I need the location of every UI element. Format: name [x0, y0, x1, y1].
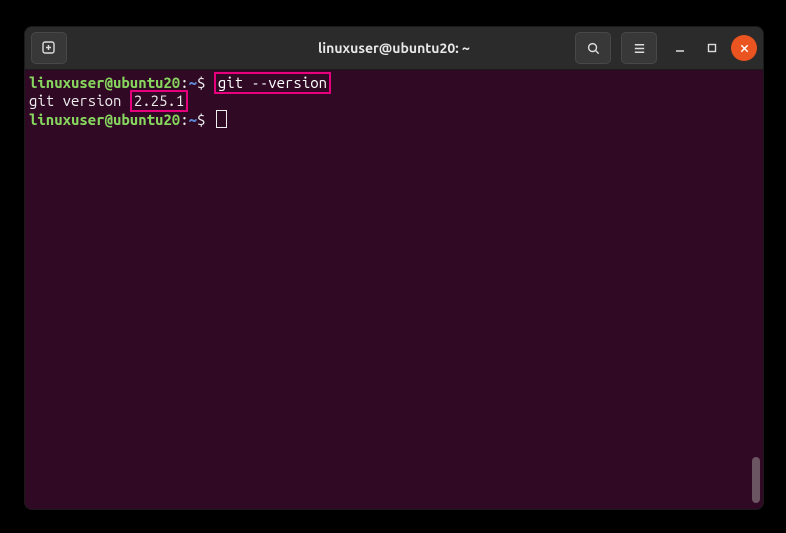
close-icon — [739, 43, 750, 54]
scrollbar-thumb[interactable] — [752, 457, 760, 503]
terminal-body[interactable]: linuxuser@ubuntu20:~$ git --version git … — [25, 70, 763, 509]
prompt-separator: : — [180, 74, 188, 91]
command-text: git --version — [218, 74, 327, 91]
close-button[interactable] — [731, 35, 757, 61]
highlighted-version: 2.25.1 — [130, 90, 188, 112]
prompt-path: ~ — [189, 74, 197, 91]
prompt-user-host: linuxuser@ubuntu20 — [29, 111, 180, 128]
titlebar-right — [575, 32, 757, 64]
new-tab-button[interactable] — [31, 32, 67, 64]
maximize-icon — [706, 42, 718, 54]
hamburger-icon — [632, 41, 647, 56]
prompt-separator: : — [180, 111, 188, 128]
minimize-button[interactable] — [667, 35, 693, 61]
terminal-line-2: git version 2.25.1 — [29, 92, 759, 110]
titlebar: linuxuser@ubuntu20: ~ — [25, 27, 763, 70]
terminal-window: linuxuser@ubuntu20: ~ — [24, 26, 764, 510]
new-tab-icon — [41, 40, 57, 56]
minimize-icon — [674, 42, 686, 54]
highlighted-command: git --version — [214, 72, 331, 94]
cursor — [216, 110, 227, 128]
maximize-button[interactable] — [699, 35, 725, 61]
titlebar-left — [31, 32, 71, 64]
prompt-symbol: $ — [197, 111, 205, 128]
output-prefix: git version — [29, 92, 130, 109]
prompt-path: ~ — [189, 111, 197, 128]
search-icon — [586, 41, 601, 56]
search-button[interactable] — [575, 32, 611, 64]
version-number: 2.25.1 — [134, 92, 184, 109]
prompt-user-host: linuxuser@ubuntu20 — [29, 74, 180, 91]
prompt-symbol: $ — [197, 74, 205, 91]
menu-button[interactable] — [621, 32, 657, 64]
terminal-line-3: linuxuser@ubuntu20:~$ — [29, 110, 759, 129]
